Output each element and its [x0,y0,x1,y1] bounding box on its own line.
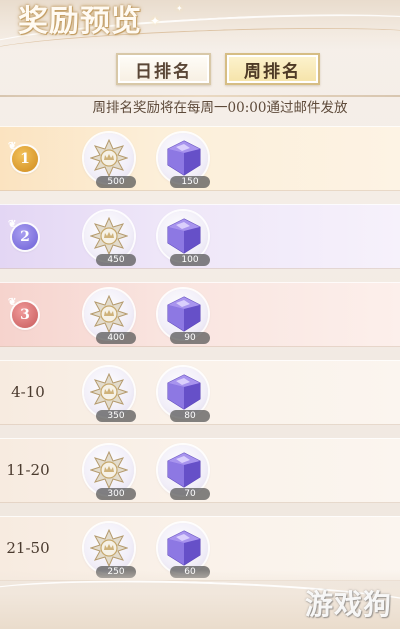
silver-crown-medal-icon [90,217,128,255]
rank-label: 11-20 [6,461,50,479]
item-count: 450 [96,254,136,266]
sparkle-icon: ✦ [150,14,161,28]
laurel-icon: ❦ [8,141,17,152]
item-count: 90 [170,332,210,344]
purple-diamond-icon [167,218,201,254]
rank-badge-red: ❦ 3 [8,297,38,328]
rank-label: 21-50 [6,539,50,557]
item-count: 350 [96,410,136,422]
item-count: 300 [96,488,136,500]
purple-diamond-icon [167,452,201,488]
purple-diamond-icon [167,530,201,566]
rank-label: 2 [20,229,30,245]
reward-row-rank-3: ❦ 3 400 90 [0,282,400,347]
reward-item-gem[interactable]: 70 [156,445,212,501]
item-count: 70 [170,488,210,500]
item-count: 500 [96,176,136,188]
laurel-icon: ❦ [8,219,17,230]
reward-item-gem[interactable]: 90 [156,289,212,345]
reward-item-medal[interactable]: 350 [82,367,138,423]
rank-label: 3 [20,307,30,323]
item-count: 400 [96,332,136,344]
reward-notice-text: 周排名奖励将在每周一00:00通过邮件发放 [92,100,348,116]
reward-item-gem[interactable]: 100 [156,211,212,267]
rank-label: 1 [20,151,30,167]
reward-row-rank-2: ❦ 2 450 100 [0,204,400,269]
purple-diamond-icon [167,374,201,410]
item-count: 80 [170,410,210,422]
reward-row-rank-4-10: 4-10 350 80 [0,360,400,425]
laurel-icon: ❦ [8,297,17,308]
reward-item-medal[interactable]: 500 [82,133,138,189]
silver-crown-medal-icon [90,529,128,567]
silver-crown-medal-icon [90,373,128,411]
purple-diamond-icon [167,296,201,332]
reward-item-medal[interactable]: 400 [82,289,138,345]
panel-title: 奖励预览 [18,4,142,39]
silver-crown-medal-icon [90,295,128,333]
reward-item-gem[interactable]: 150 [156,133,212,189]
reward-item-medal[interactable]: 300 [82,445,138,501]
reward-row-rank-11-20: 11-20 300 70 [0,438,400,503]
ranking-tabs: 日排名 周排名 [116,53,320,85]
item-count: 150 [170,176,210,188]
silver-crown-medal-icon [90,139,128,177]
rank-label: 4-10 [11,383,45,401]
panel-header: 奖励预览 ✦ ✦ [0,0,400,71]
reward-item-gem[interactable]: 80 [156,367,212,423]
reward-row-rank-1: ❦ 1 500 150 [0,126,400,191]
watermark-logo: 游戏狗 [304,588,392,621]
reward-preview-panel: 奖励预览 ✦ ✦ 日排名 周排名 周排名奖励将在每周一00:00通过邮件发放 ❦… [0,0,400,629]
rank-badge-purple: ❦ 2 [8,219,38,250]
silver-crown-medal-icon [90,451,128,489]
tab-daily-ranking[interactable]: 日排名 [116,53,211,85]
item-count: 100 [170,254,210,266]
tab-weekly-ranking[interactable]: 周排名 [225,53,320,85]
reward-item-medal[interactable]: 450 [82,211,138,267]
rank-badge-gold: ❦ 1 [8,141,38,172]
purple-diamond-icon [167,140,201,176]
sparkle-icon: ✦ [176,4,183,13]
